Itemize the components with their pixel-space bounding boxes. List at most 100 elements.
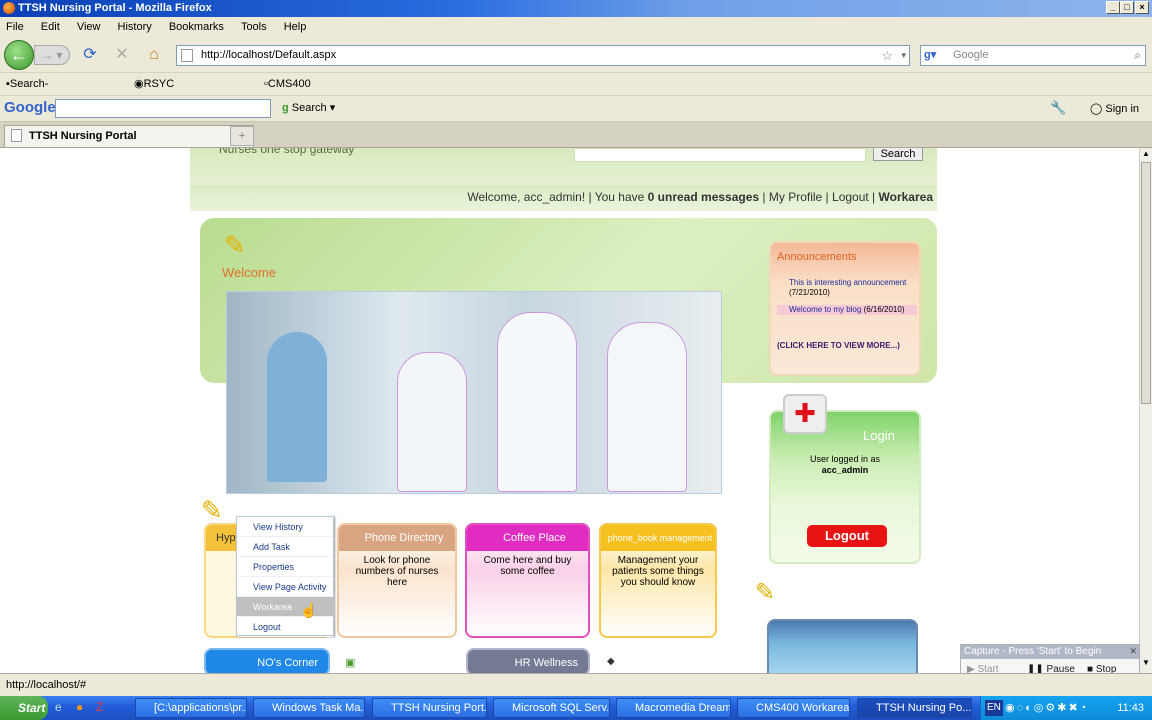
google-logo: Google bbox=[4, 99, 56, 116]
menu-history[interactable]: History bbox=[118, 21, 152, 33]
image-icon[interactable]: ▣ bbox=[345, 656, 355, 669]
language-indicator[interactable]: EN bbox=[985, 700, 1003, 716]
google-search-input[interactable] bbox=[55, 99, 271, 118]
login-user: acc_admin bbox=[821, 465, 869, 475]
bookmark-item[interactable]: ▪ Search-based keywor... bbox=[6, 73, 53, 136]
diamond-icon[interactable]: ◆ bbox=[607, 656, 615, 667]
status-bar: http://localhost/# bbox=[0, 673, 1152, 696]
menu-item-workarea[interactable]: Workarea bbox=[237, 597, 333, 617]
widget-tile bbox=[767, 619, 918, 673]
welcome-text: Welcome, acc_admin! | You have bbox=[467, 190, 648, 204]
search-input[interactable]: g▾ Google ⌕ bbox=[920, 45, 1146, 66]
tile-phone-book-management[interactable]: phone_book management Management your pa… bbox=[599, 523, 717, 638]
google-engine-icon[interactable]: g▾ bbox=[924, 48, 948, 63]
bookmark-star-icon[interactable]: ☆ bbox=[881, 46, 893, 65]
menu-bookmarks[interactable]: Bookmarks bbox=[169, 21, 224, 33]
search-magnifier-icon[interactable]: ⌕ bbox=[1134, 46, 1141, 65]
pencil-icon[interactable]: ✎ bbox=[755, 578, 775, 607]
my-profile-link[interactable]: My Profile bbox=[769, 190, 822, 204]
tray-icons[interactable]: ◉◌◐◎⚙✱✖◔ bbox=[1005, 696, 1088, 720]
capture-title: Capture - Press 'Start' to Begin bbox=[961, 645, 1139, 659]
announcement-item[interactable]: This is interesting announcement (7/21/2… bbox=[777, 278, 917, 298]
tile-header: Phone Directory bbox=[339, 525, 455, 551]
menu-item-view-page-activity[interactable]: View Page Activity bbox=[237, 577, 333, 597]
signin-link[interactable]: ◯ Sign in bbox=[1090, 102, 1139, 115]
tile-coffee-place[interactable]: Coffee Place Come here and buy some coff… bbox=[465, 523, 590, 638]
bookmark-item[interactable]: ◉ RSYC Sea Sports Acti... bbox=[134, 73, 175, 159]
site-search-button[interactable]: Search bbox=[873, 148, 923, 161]
bookmark-item[interactable]: ▫ CMS400 Workarea fo... bbox=[264, 73, 315, 136]
task-cms400-workarea[interactable]: CMS400 Workarea... bbox=[737, 698, 850, 718]
forward-button[interactable]: → ▾ bbox=[34, 45, 70, 65]
home-icon[interactable]: ⌂ bbox=[144, 45, 164, 65]
menu-item-properties[interactable]: Properties bbox=[237, 557, 333, 577]
menu-bar: File Edit View History Bookmarks Tools H… bbox=[0, 17, 1152, 37]
tab-ttsh-portal[interactable]: TTSH Nursing Portal bbox=[4, 125, 254, 147]
minimize-button[interactable]: _ bbox=[1106, 1, 1120, 14]
scroll-down-arrow[interactable]: ▼ bbox=[1141, 658, 1151, 668]
tab-page-icon bbox=[11, 129, 22, 142]
menu-help[interactable]: Help bbox=[284, 21, 307, 33]
menu-edit[interactable]: Edit bbox=[41, 21, 60, 33]
quicklaunch-filezilla-icon[interactable]: Z bbox=[96, 700, 103, 714]
pencil-icon[interactable]: ✎ bbox=[201, 495, 223, 526]
url-dropdown-icon[interactable]: ▾ bbox=[901, 46, 906, 65]
vertical-scrollbar[interactable]: ▲ ▼ bbox=[1139, 148, 1152, 673]
welcome-heading: Welcome bbox=[222, 265, 276, 280]
quicklaunch-ie-icon[interactable]: e bbox=[55, 700, 62, 714]
scroll-up-arrow[interactable]: ▲ bbox=[1141, 149, 1151, 159]
menu-item-view-history[interactable]: View History bbox=[237, 517, 333, 537]
site-search-input[interactable] bbox=[574, 148, 866, 162]
new-tab-button[interactable]: + bbox=[230, 126, 254, 146]
quicklaunch-firefox-icon[interactable]: ● bbox=[76, 700, 83, 714]
menu-item-add-task[interactable]: Add Task bbox=[237, 537, 333, 557]
tile-header: NO's Corner bbox=[257, 657, 318, 669]
google-g-icon: g bbox=[282, 102, 289, 114]
settings-wrench-icon[interactable]: 🔧 bbox=[1050, 100, 1066, 116]
logout-button[interactable]: Logout bbox=[807, 525, 887, 547]
clock: 11:43 bbox=[1117, 702, 1144, 714]
close-button[interactable]: × bbox=[1135, 1, 1149, 14]
task-windows-task-manager[interactable]: Windows Task Ma... bbox=[253, 698, 365, 718]
google-search-button[interactable]: g Search ▾ bbox=[282, 101, 335, 114]
tile-header: phone_book management bbox=[601, 525, 715, 551]
view-more-link[interactable]: (CLICK HERE TO VIEW MORE...) bbox=[777, 341, 907, 351]
tile-header: Coffee Place bbox=[467, 525, 588, 551]
window-titlebar: TTSH Nursing Portal - Mozilla Firefox _ … bbox=[0, 0, 1152, 17]
first-aid-icon: ✚ bbox=[783, 394, 827, 434]
task-ttsh-nursing-portal[interactable]: TTSH Nursing Port... bbox=[372, 698, 487, 718]
maximize-button[interactable]: □ bbox=[1120, 1, 1134, 14]
tile-hr-wellness[interactable]: HR Wellness bbox=[466, 648, 590, 673]
announcement-item[interactable]: Welcome to my blog (6/16/2010) bbox=[777, 305, 917, 315]
login-title: Login bbox=[863, 428, 895, 443]
pencil-icon[interactable]: ✎ bbox=[224, 230, 246, 261]
menu-item-logout[interactable]: Logout bbox=[237, 617, 333, 637]
scroll-thumb[interactable] bbox=[1141, 162, 1151, 404]
menu-view[interactable]: View bbox=[77, 21, 101, 33]
tile-body: Come here and buy some coffee bbox=[483, 555, 572, 577]
start-button[interactable]: Start bbox=[0, 696, 48, 720]
reload-icon[interactable]: ⟳ bbox=[80, 45, 100, 65]
menu-file[interactable]: File bbox=[6, 21, 24, 33]
tile-phone-directory[interactable]: Phone Directory Look for phone numbers o… bbox=[337, 523, 457, 638]
tile-nos-corner[interactable]: NO's Corner bbox=[204, 648, 330, 673]
unread-messages-link[interactable]: 0 unread messages bbox=[648, 190, 759, 204]
window-title: TTSH Nursing Portal - Mozilla Firefox bbox=[18, 2, 212, 14]
task-ttsh-nursing-portal-active[interactable]: TTSH Nursing Po... bbox=[857, 698, 972, 718]
login-status: User logged in as bbox=[809, 454, 881, 464]
capture-close-button[interactable]: ✕ bbox=[1129, 646, 1137, 657]
menu-tools[interactable]: Tools bbox=[241, 21, 267, 33]
task-macromedia-dreamweaver[interactable]: Macromedia Dream... bbox=[616, 698, 731, 718]
tile-header: HR Wellness bbox=[514, 657, 578, 669]
task-applications[interactable]: [C:\applications\pr... bbox=[135, 698, 247, 718]
user-nav: Welcome, acc_admin! | You have 0 unread … bbox=[190, 185, 937, 211]
logout-link[interactable]: Logout bbox=[832, 190, 869, 204]
back-button[interactable]: ← bbox=[4, 40, 34, 70]
task-sql-server[interactable]: Microsoft SQL Serv... bbox=[493, 698, 610, 718]
url-text: http://localhost/Default.aspx bbox=[201, 49, 337, 61]
stop-icon[interactable]: ✕ bbox=[112, 45, 132, 65]
url-bar[interactable]: http://localhost/Default.aspx ☆ ▾ bbox=[176, 45, 910, 66]
announcements-title: Announcements bbox=[777, 251, 857, 263]
google-toolbar: Google g Search ▾ 🔧 ◯ Sign in bbox=[0, 96, 1152, 122]
workarea-link[interactable]: Workarea bbox=[879, 190, 933, 204]
